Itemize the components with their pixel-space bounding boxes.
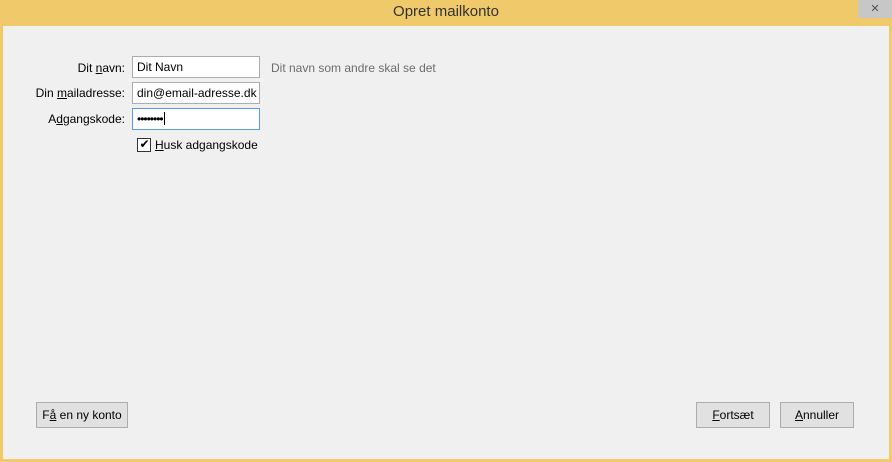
get-new-account-button[interactable]: Få en ny konto [36,402,128,428]
password-label: Adgangskode: [48,112,125,126]
email-input-value: din@email-adresse.dk [137,86,257,100]
title-bar: Opret mailkonto ✕ [0,0,892,26]
name-input[interactable]: Dit Navn [132,56,260,78]
remember-password-checkbox[interactable]: ✔ [137,137,151,152]
continue-button[interactable]: Fortsæt [696,402,770,428]
checkmark-icon: ✔ [139,137,150,151]
name-hint: Dit navn som andre skal se det [271,61,436,75]
dialog-client-area: Dit navn: Dit Navn Dit navn som andre sk… [3,26,889,459]
email-label: Din mailadresse: [35,86,125,100]
email-input[interactable]: din@email-adresse.dk [132,82,260,104]
name-input-value: Dit Navn [137,60,184,74]
cancel-button[interactable]: Annuller [780,402,854,428]
name-label: Dit navn: [77,61,125,75]
window-title: Opret mailkonto [393,3,499,20]
remember-password-label[interactable]: Husk adgangskode [155,138,258,152]
password-input-value: •••••••• [137,112,164,126]
password-input[interactable]: •••••••• [132,108,260,130]
close-button[interactable]: ✕ [858,0,892,18]
close-icon: ✕ [870,3,880,15]
text-caret [163,112,165,125]
